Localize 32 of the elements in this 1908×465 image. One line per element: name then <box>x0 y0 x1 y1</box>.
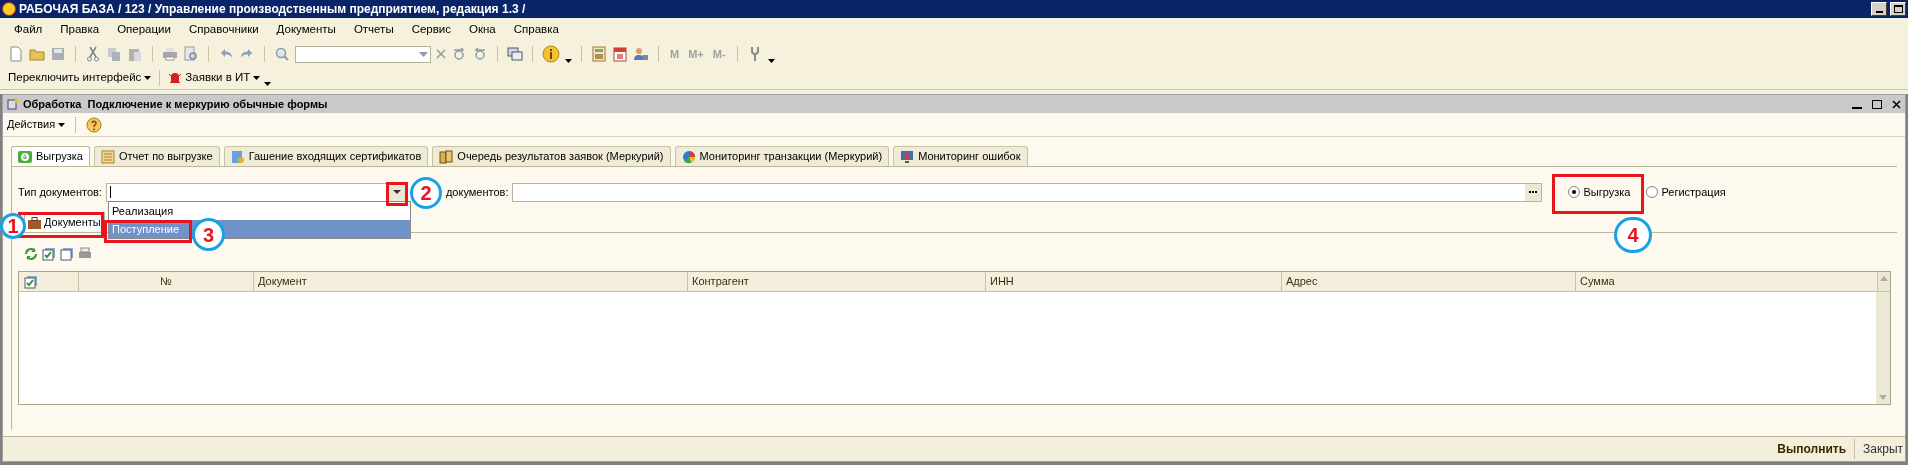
menu-item[interactable]: Сервис <box>411 21 452 39</box>
form-title: Обработка Подключение к меркурию обычные формы <box>23 96 328 112</box>
tab[interactable]: Очередь результатов заявок (Меркурий) <box>432 146 671 166</box>
tab[interactable]: Мониторинг транзакции (Меркурий) <box>674 146 890 166</box>
menu-item[interactable]: Отчеты <box>353 21 394 39</box>
tab[interactable]: Выгрузка <box>11 146 90 166</box>
menu-item[interactable]: Справочники <box>188 21 259 39</box>
radio-option[interactable]: Регистрация <box>1646 183 1726 201</box>
tab[interactable]: Мониторинг ошибок <box>893 146 1028 166</box>
field-label: Тип документов: <box>18 184 102 200</box>
menu-item[interactable]: Документы <box>276 21 336 39</box>
tab[interactable]: Отчет по выгрузке <box>93 146 220 166</box>
radio-option[interactable]: Выгрузка <box>1568 183 1631 201</box>
footer-button[interactable]: Выполнить <box>1769 439 1856 459</box>
column-header[interactable]: ИНН <box>986 272 1282 291</box>
window-title: РАБОЧАЯ БАЗА / 123 / Управление производственным предприятием, редакция 1.3 / <box>19 1 526 18</box>
column-header[interactable]: Контрагент <box>688 272 986 291</box>
menu-item[interactable]: Правка <box>60 21 100 39</box>
column-header[interactable]: № <box>79 272 254 291</box>
tab[interactable]: Гашение входящих сертификатов <box>223 146 429 166</box>
actions-menu-button[interactable]: Действия <box>7 116 66 133</box>
toolbar-menu-button[interactable]: Заявки в ИТ <box>168 68 261 87</box>
field-label: документов: <box>445 184 509 200</box>
footer-button[interactable]: Закрыт <box>1855 439 1905 459</box>
menu-item[interactable]: Окна <box>469 21 496 39</box>
toolbar-menu-button[interactable]: Переключить интерфейс <box>8 68 152 87</box>
menu-item[interactable]: Справка <box>513 21 559 39</box>
column-header[interactable]: Документ <box>254 272 688 291</box>
dropdown-option[interactable]: Реализация <box>112 204 174 218</box>
menu-item[interactable]: Файл <box>14 21 43 39</box>
menu-item[interactable]: Операции <box>117 21 171 39</box>
column-header[interactable]: Адрес <box>1282 272 1576 291</box>
